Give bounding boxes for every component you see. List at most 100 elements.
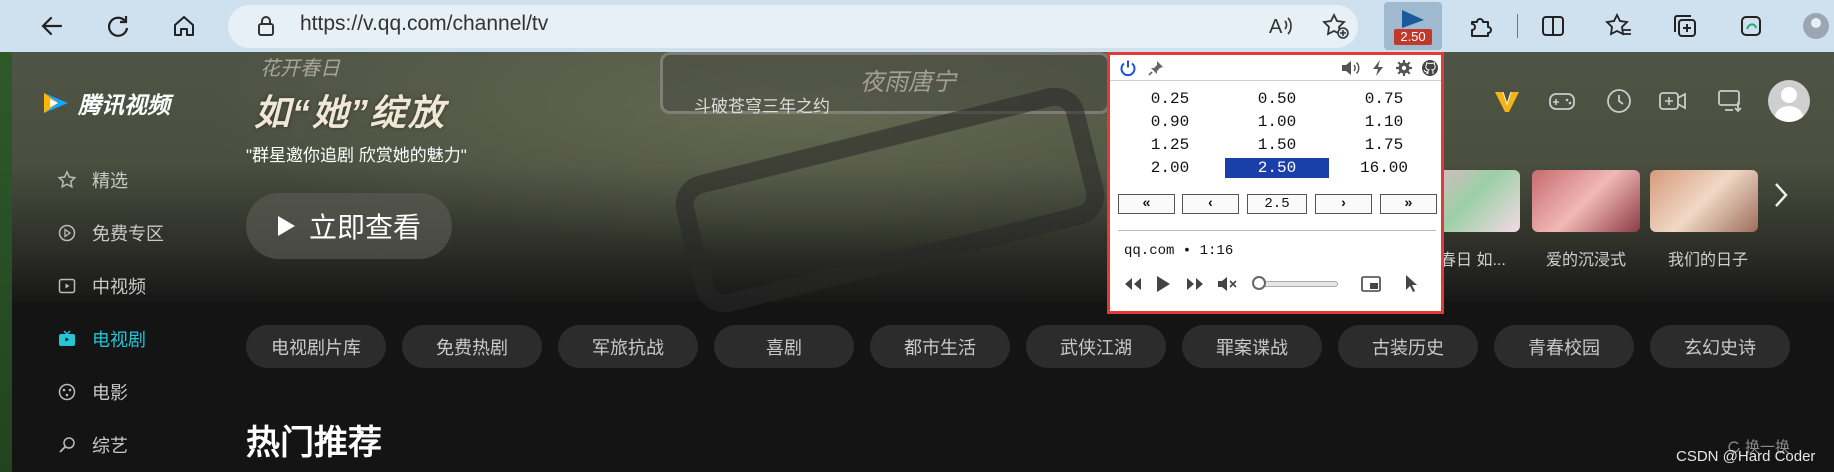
speed-option[interactable]: 0.75 bbox=[1334, 89, 1434, 109]
thumbnail-3[interactable] bbox=[1650, 170, 1758, 232]
speed-badge: 2.50 bbox=[1394, 29, 1432, 45]
favorites-icon[interactable] bbox=[1601, 8, 1637, 44]
split-screen-icon[interactable] bbox=[1535, 8, 1571, 44]
vip-icon[interactable] bbox=[1490, 84, 1524, 118]
lock-icon[interactable] bbox=[248, 8, 284, 44]
chip[interactable]: 喜剧 bbox=[714, 325, 854, 368]
client-download-icon[interactable] bbox=[1713, 84, 1747, 118]
star-icon bbox=[56, 169, 78, 191]
thumbnail-label[interactable]: 爱的沉浸式 bbox=[1546, 246, 1626, 270]
sidebar-item-variety[interactable]: 综艺 bbox=[56, 430, 226, 460]
speed-option[interactable]: 1.25 bbox=[1120, 135, 1220, 155]
reload-icon[interactable] bbox=[100, 8, 136, 44]
history-icon[interactable] bbox=[1602, 84, 1636, 118]
chip[interactable]: 玄幻史诗 bbox=[1650, 325, 1790, 368]
screen: https://v.qq.com/channel/tv A 2.50 花开春日 … bbox=[0, 0, 1834, 472]
thumbnail-2[interactable] bbox=[1532, 170, 1640, 232]
speed-stepper: « ‹ 2.5 › » bbox=[1118, 194, 1438, 216]
rewind-icon[interactable] bbox=[1122, 273, 1144, 295]
speed-option[interactable]: 1.75 bbox=[1334, 135, 1434, 155]
chip[interactable]: 电视剧片库 bbox=[246, 325, 386, 368]
game-controller-icon[interactable] bbox=[1545, 84, 1579, 118]
play-icon[interactable] bbox=[1152, 273, 1174, 295]
extensions-icon[interactable] bbox=[1462, 8, 1498, 44]
add-favorite-icon[interactable] bbox=[1318, 8, 1354, 44]
mute-icon[interactable] bbox=[1216, 273, 1238, 295]
pin-icon[interactable] bbox=[1146, 58, 1166, 78]
chip[interactable]: 免费热剧 bbox=[402, 325, 542, 368]
sidebar-label: 精选 bbox=[92, 171, 128, 191]
thumbnail-label[interactable]: 春日 如... bbox=[1440, 246, 1506, 270]
collections-icon[interactable] bbox=[1667, 8, 1703, 44]
lightning-icon[interactable] bbox=[1368, 58, 1388, 78]
chip[interactable]: 古装历史 bbox=[1338, 325, 1478, 368]
sidebar-item-movie[interactable]: 电影 bbox=[56, 377, 226, 407]
much-slower-button[interactable]: « bbox=[1118, 194, 1175, 214]
volume-icon[interactable] bbox=[1340, 58, 1360, 78]
read-aloud-icon[interactable]: A bbox=[1263, 8, 1299, 44]
logo-text: 腾讯视频 bbox=[78, 92, 170, 118]
speed-option[interactable]: 1.10 bbox=[1334, 112, 1434, 132]
much-faster-button[interactable]: » bbox=[1380, 194, 1437, 214]
speed-option[interactable]: 0.25 bbox=[1120, 89, 1220, 109]
browser-essentials-icon[interactable] bbox=[1733, 8, 1769, 44]
chip[interactable]: 罪案谍战 bbox=[1182, 325, 1322, 368]
hero-card-caption[interactable]: 斗破苍穹三年之约 bbox=[694, 92, 830, 117]
sidebar-item-free[interactable]: 免费专区 bbox=[56, 218, 226, 248]
speed-option[interactable]: 0.50 bbox=[1227, 89, 1327, 109]
chip[interactable]: 青春校园 bbox=[1494, 325, 1634, 368]
slower-button[interactable]: ‹ bbox=[1182, 194, 1239, 214]
sidebar-item-featured[interactable]: 精选 bbox=[56, 165, 226, 195]
section-title: 热门推荐 bbox=[246, 424, 382, 462]
gear-icon[interactable] bbox=[1394, 58, 1414, 78]
speed-option[interactable]: 2.00 bbox=[1120, 158, 1220, 178]
home-icon[interactable] bbox=[166, 8, 202, 44]
seek-track[interactable] bbox=[1256, 281, 1338, 287]
sidebar-label: 电视剧 bbox=[92, 330, 146, 350]
popup-header bbox=[1110, 55, 1441, 81]
profile-icon[interactable] bbox=[1798, 8, 1834, 44]
site-logo[interactable]: 腾讯视频 bbox=[40, 86, 170, 120]
hero-title: 如“她”绽放 bbox=[254, 92, 447, 133]
faster-button[interactable]: › bbox=[1315, 194, 1372, 214]
media-site-info: qq.com • 1:16 bbox=[1124, 243, 1234, 259]
logo-play-icon bbox=[44, 93, 68, 113]
video-box-icon bbox=[56, 275, 78, 297]
speed-option[interactable]: 16.00 bbox=[1334, 158, 1434, 178]
browser-toolbar: https://v.qq.com/channel/tv A 2.50 bbox=[0, 0, 1834, 52]
sidebar-item-tv[interactable]: 电视剧 bbox=[56, 324, 226, 354]
media-controls bbox=[1122, 271, 1432, 297]
hero-top-text: 花开春日 bbox=[260, 58, 340, 80]
speed-control-popup: 0.25 0.50 0.75 0.90 1.00 1.10 1.25 1.50 … bbox=[1107, 52, 1444, 314]
fast-forward-icon[interactable] bbox=[1184, 273, 1206, 295]
thumbnail-label[interactable]: 我们的日子 bbox=[1668, 246, 1748, 270]
url-text[interactable]: https://v.qq.com/channel/tv bbox=[300, 12, 548, 36]
speed-option[interactable]: 0.90 bbox=[1120, 112, 1220, 132]
picture-in-picture-icon[interactable] bbox=[1360, 273, 1382, 295]
film-reel-icon bbox=[56, 381, 78, 403]
github-icon[interactable] bbox=[1420, 58, 1440, 78]
back-icon[interactable] bbox=[34, 8, 70, 44]
speed-option-selected[interactable]: 2.50 bbox=[1225, 158, 1329, 178]
microphone-icon bbox=[56, 434, 78, 456]
sidebar-label: 中视频 bbox=[92, 277, 146, 297]
hero-card-title: 夜雨唐宁 bbox=[860, 69, 956, 96]
hero-subtitle: "群星邀你追剧 欣赏她的魅力" bbox=[246, 146, 467, 165]
popup-divider bbox=[1118, 230, 1436, 231]
watch-now-button[interactable]: 立即查看 bbox=[246, 193, 452, 259]
chip[interactable]: 都市生活 bbox=[870, 325, 1010, 368]
speed-option[interactable]: 1.50 bbox=[1227, 135, 1327, 155]
pointer-icon[interactable] bbox=[1400, 273, 1422, 295]
upload-video-icon[interactable] bbox=[1656, 84, 1690, 118]
sidebar-item-mid-video[interactable]: 中视频 bbox=[56, 271, 226, 301]
seek-handle[interactable] bbox=[1252, 276, 1266, 290]
user-avatar[interactable] bbox=[1768, 80, 1810, 122]
toolbar-separator bbox=[1517, 14, 1518, 38]
chip[interactable]: 武侠江湖 bbox=[1026, 325, 1166, 368]
power-icon[interactable] bbox=[1118, 58, 1138, 78]
chip[interactable]: 军旅抗战 bbox=[558, 325, 698, 368]
speed-option[interactable]: 1.00 bbox=[1227, 112, 1327, 132]
speed-value-input[interactable]: 2.5 bbox=[1247, 194, 1307, 214]
chevron-right-icon[interactable] bbox=[1772, 180, 1790, 215]
sidebar-label: 电影 bbox=[92, 383, 128, 403]
